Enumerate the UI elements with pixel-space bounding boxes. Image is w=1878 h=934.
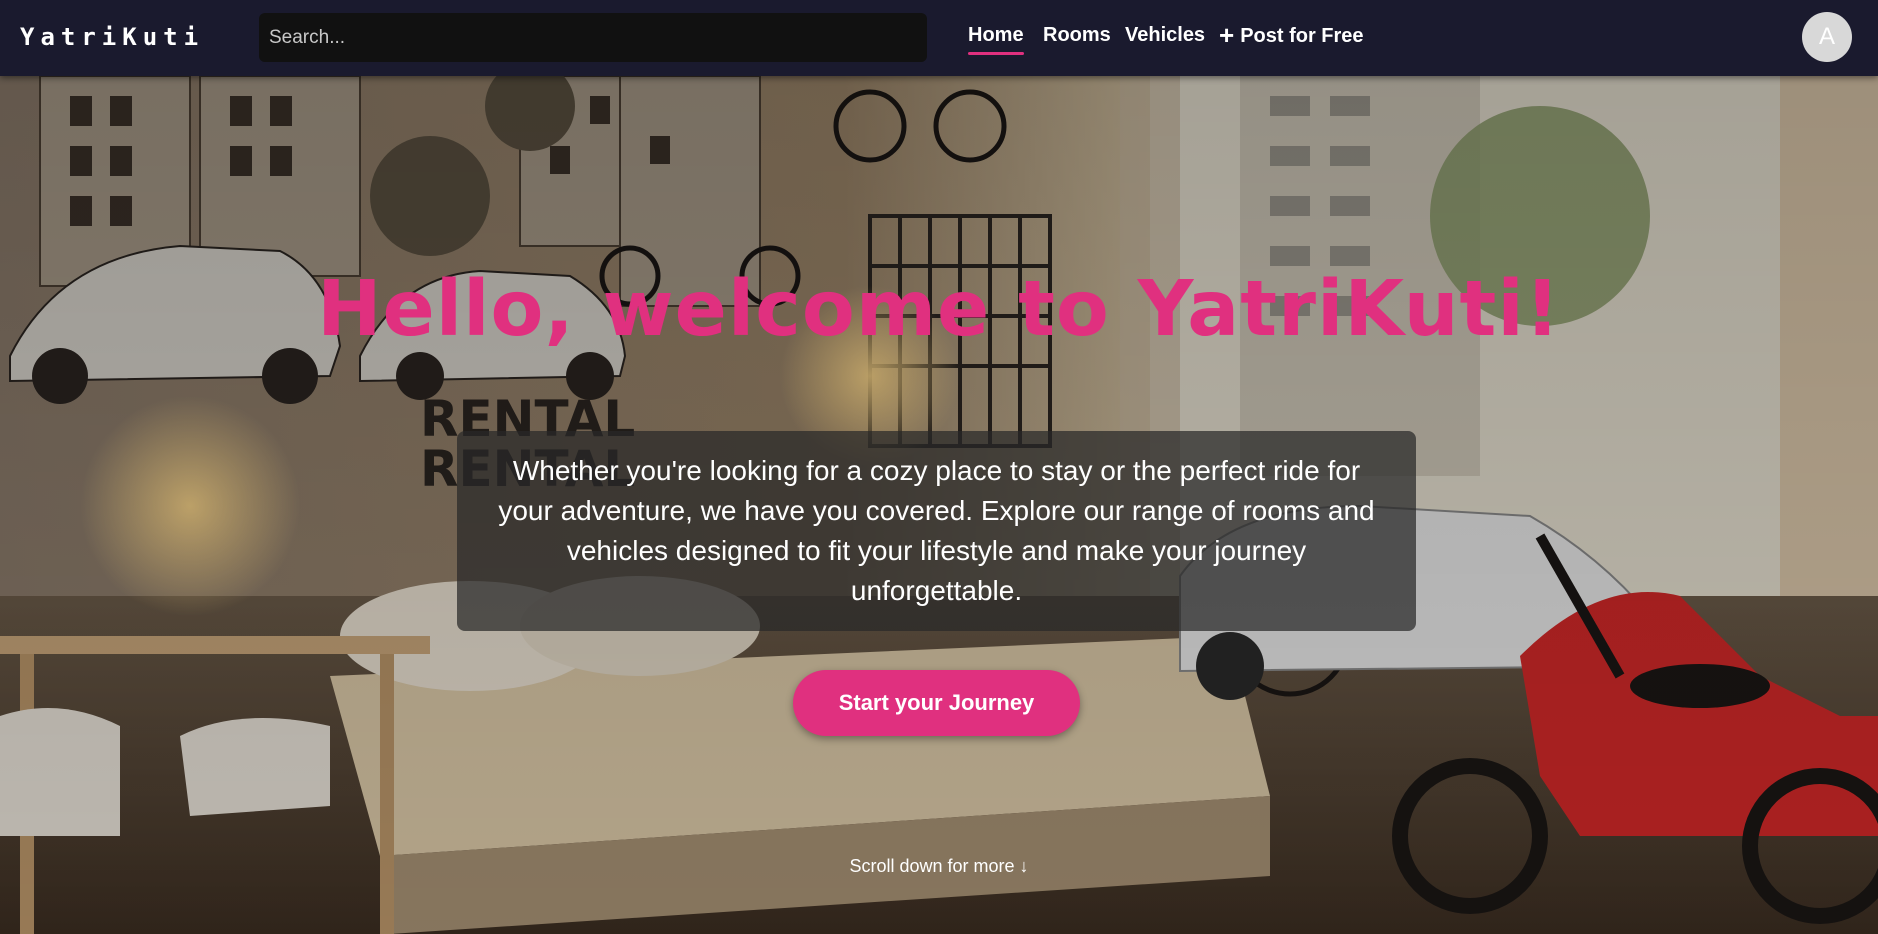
start-journey-button[interactable]: Start your Journey xyxy=(793,670,1080,736)
nav-link-home[interactable]: Home xyxy=(968,19,1024,55)
hero-description: Whether you're looking for a cozy place … xyxy=(457,431,1416,631)
site-logo[interactable]: YatriKuti xyxy=(20,20,204,54)
plus-icon: + xyxy=(1219,20,1235,50)
nav-link-rooms[interactable]: Rooms xyxy=(1043,19,1111,51)
nav-link-vehicles[interactable]: Vehicles xyxy=(1125,19,1205,51)
nav-link-post-for-free[interactable]: + Post for Free xyxy=(1219,19,1364,51)
nav-link-label: Vehicles xyxy=(1125,24,1206,46)
nav-link-label: Home xyxy=(968,24,1024,46)
scroll-hint[interactable]: Scroll down for more ↓ xyxy=(0,854,1878,878)
hero-section: RENTAL RENTAL xyxy=(0,76,1878,934)
navbar: YatriKuti Home Rooms Vehicles +Post for … xyxy=(0,0,1878,76)
search-input[interactable] xyxy=(259,13,927,62)
hero-title: Hello, welcome to YatriKuti! xyxy=(317,265,1561,354)
nav-link-label: Rooms xyxy=(1043,24,1111,46)
nav-link-label: Post for Free xyxy=(1240,25,1364,47)
user-avatar[interactable]: A xyxy=(1802,12,1852,62)
